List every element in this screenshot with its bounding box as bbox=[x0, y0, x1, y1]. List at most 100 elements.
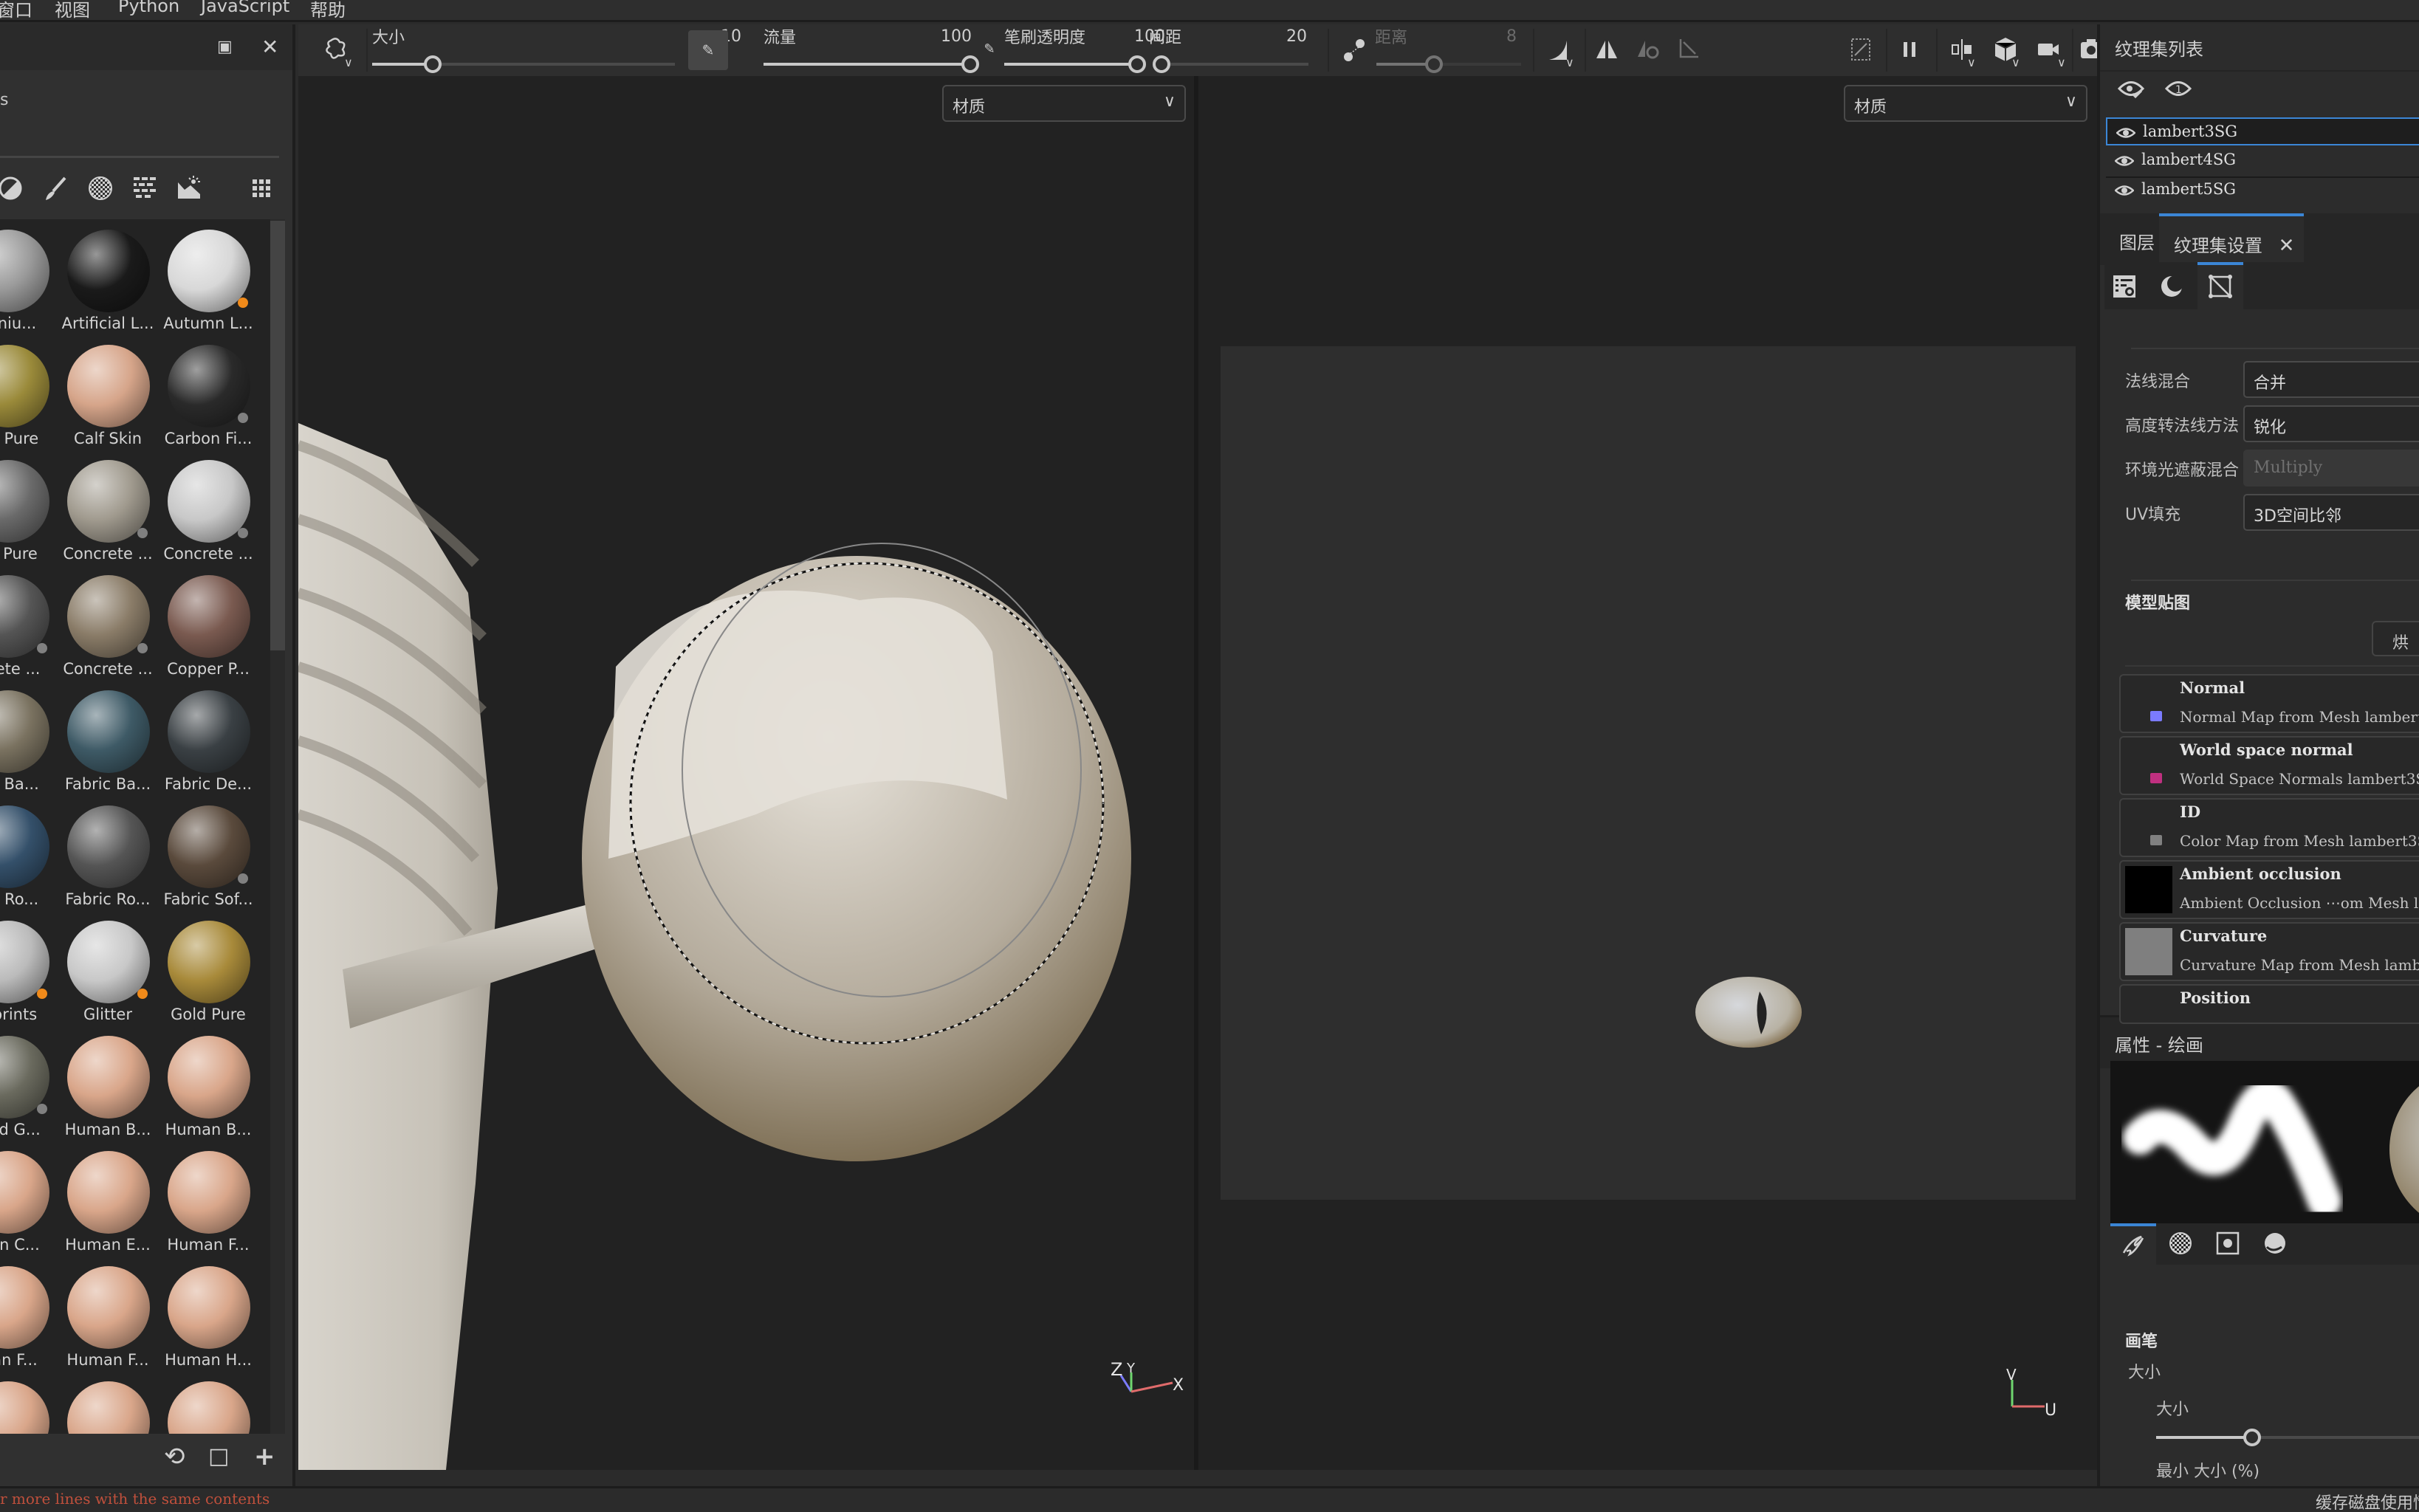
symmetry-icon[interactable] bbox=[1592, 35, 1622, 64]
material-tile[interactable]: Human F... bbox=[49, 1260, 150, 1375]
chevron-down-icon[interactable]: ∨ bbox=[2057, 55, 2066, 69]
bake-mesh-maps-icon[interactable] bbox=[2159, 274, 2184, 299]
texture-set-item[interactable]: lambert4SG bbox=[2106, 147, 2419, 175]
chevron-down-icon[interactable]: ∨ bbox=[1967, 55, 1976, 69]
tab-layers[interactable]: 图层 bbox=[2104, 213, 2159, 265]
material-tile[interactable]: ...rete ... bbox=[0, 569, 49, 684]
mesh-map-slot[interactable]: Curvature Curvature Map from Mesh lambe bbox=[2119, 922, 2419, 981]
chevron-down-icon[interactable]: ∨ bbox=[2011, 55, 2020, 69]
material-tile[interactable]: ...t Pure bbox=[0, 454, 49, 569]
float-panel-icon[interactable]: ▣ bbox=[217, 38, 233, 56]
bake-mesh-maps-button[interactable]: 烘 bbox=[2372, 621, 2419, 656]
material-tile[interactable]: ...prints bbox=[0, 915, 49, 1030]
material-tile[interactable] bbox=[49, 1375, 150, 1434]
pen-pressure-size-icon[interactable]: ✎ bbox=[688, 30, 728, 70]
eye-icon[interactable] bbox=[2115, 181, 2134, 200]
refresh-icon[interactable]: ⟲ bbox=[164, 1442, 185, 1471]
material-tile[interactable]: ...nd G... bbox=[0, 1030, 49, 1145]
show-all-icon[interactable] bbox=[2118, 78, 2144, 100]
material-tile[interactable]: Fabric Ba... bbox=[49, 684, 151, 800]
material-tile[interactable]: Fabric Sof... bbox=[149, 800, 253, 915]
height-to-normal-select[interactable]: 锐化 bbox=[2243, 405, 2419, 442]
close-panel-icon[interactable]: ✕ bbox=[261, 35, 278, 59]
add-icon[interactable]: + bbox=[254, 1442, 275, 1471]
slider-knob[interactable] bbox=[424, 55, 442, 73]
settings-list-icon[interactable] bbox=[2112, 274, 2137, 299]
scrollbar-thumb[interactable] bbox=[270, 221, 285, 650]
normal-blend-select[interactable]: 合并 bbox=[2243, 361, 2419, 398]
material-tile[interactable]: Human E... bbox=[49, 1145, 151, 1260]
material-tile[interactable]: ...iniu... bbox=[0, 224, 49, 339]
menu-help[interactable]: 帮助 bbox=[310, 0, 346, 21]
close-tab-icon[interactable]: ✕ bbox=[2279, 235, 2295, 257]
lazy-mouse-icon[interactable] bbox=[1339, 35, 1369, 64]
material-tile[interactable]: ...s Pure bbox=[0, 339, 49, 454]
material-icon[interactable] bbox=[0, 175, 24, 202]
new-folder-icon[interactable]: □ bbox=[208, 1443, 229, 1469]
viewport-2d-mode-select[interactable]: 材质 ∨ bbox=[1844, 85, 2087, 122]
uv-subtab-active[interactable] bbox=[2197, 262, 2243, 309]
brush-size-slider[interactable] bbox=[2156, 1429, 2419, 1446]
slider-knob[interactable] bbox=[1152, 55, 1170, 73]
material-tile[interactable]: Concrete ... bbox=[49, 569, 153, 684]
mesh-map-slot[interactable]: ID Color Map from Mesh lambert3S bbox=[2119, 798, 2419, 857]
slider-knob[interactable] bbox=[1425, 55, 1444, 73]
distance-slider[interactable] bbox=[1376, 55, 1521, 73]
material-tile[interactable]: Autumn L... bbox=[149, 224, 253, 339]
menu-python[interactable]: Python bbox=[118, 0, 179, 16]
material-tile[interactable]: Copper P... bbox=[149, 569, 250, 684]
texture-set-item[interactable]: lambert5SG bbox=[2106, 176, 2419, 205]
material-tile[interactable]: Calf Skin bbox=[49, 339, 150, 454]
menu-window[interactable]: 窗口 bbox=[0, 0, 32, 21]
material-tile[interactable]: Human B... bbox=[149, 1030, 251, 1145]
pause-icon[interactable] bbox=[1895, 35, 1924, 64]
material-tile[interactable]: Gold Pure bbox=[149, 915, 250, 1030]
menu-javascript[interactable]: JavaScript bbox=[201, 0, 289, 16]
grid-view-icon[interactable] bbox=[248, 175, 275, 202]
material-tile[interactable]: Concrete ... bbox=[149, 454, 253, 569]
menu-view[interactable]: 视图 bbox=[55, 0, 90, 21]
material-tile[interactable] bbox=[149, 1375, 250, 1434]
pen-pressure-flow-icon[interactable]: ✎ bbox=[975, 35, 1004, 64]
environment-icon[interactable] bbox=[176, 175, 202, 202]
mesh-map-slot[interactable]: Ambient occlusion Ambient Occlusion ⋯om M… bbox=[2119, 860, 2419, 919]
texture-icon[interactable] bbox=[131, 175, 158, 202]
slider-knob[interactable] bbox=[2243, 1429, 2261, 1446]
opacity-slider[interactable] bbox=[1004, 55, 1146, 73]
mesh-map-slot[interactable]: World space normal World Space Normals la… bbox=[2119, 736, 2419, 795]
alpha-tab-icon[interactable] bbox=[2168, 1231, 2193, 1256]
chevron-down-icon[interactable]: ∨ bbox=[344, 55, 353, 69]
material-tile[interactable]: Human F... bbox=[149, 1145, 250, 1260]
material-tile[interactable]: Fabric De... bbox=[149, 684, 252, 800]
mesh-map-slot[interactable]: Position bbox=[2119, 984, 2419, 1024]
viewport-2d[interactable]: 材质 ∨ V U bbox=[1198, 76, 2097, 1470]
uv-padding-select[interactable]: 3D空间比邻 bbox=[2243, 494, 2419, 531]
tab-texture-set-settings[interactable]: 纹理集设置 ✕ bbox=[2159, 213, 2304, 265]
material-tile[interactable]: Fabric Ro... bbox=[49, 800, 151, 915]
slider-knob[interactable] bbox=[1128, 55, 1146, 73]
texture-set-item[interactable]: lambert3SG bbox=[2106, 117, 2419, 145]
uv-canvas[interactable] bbox=[1221, 346, 2076, 1200]
material-tile[interactable]: Artificial L... bbox=[49, 224, 154, 339]
flow-slider[interactable] bbox=[764, 55, 979, 73]
material-tile[interactable]: Glitter bbox=[49, 915, 150, 1030]
spacing-slider[interactable] bbox=[1152, 55, 1308, 73]
material-tile[interactable]: ...an C... bbox=[0, 1145, 49, 1260]
size-slider[interactable] bbox=[372, 55, 675, 73]
material-tile[interactable]: ...c Ba... bbox=[0, 684, 49, 800]
symmetry-settings-icon[interactable] bbox=[1633, 35, 1663, 64]
material-tile[interactable]: Human B... bbox=[49, 1030, 151, 1145]
tab-brush[interactable] bbox=[2110, 1223, 2156, 1265]
shelf-scrollbar[interactable] bbox=[270, 219, 285, 1434]
material-tab-icon[interactable] bbox=[2262, 1231, 2288, 1256]
eye-icon[interactable] bbox=[2115, 151, 2134, 171]
stencil-tab-icon[interactable] bbox=[2215, 1231, 2240, 1256]
material-tile[interactable]: Human H... bbox=[149, 1260, 252, 1375]
material-tile[interactable]: Carbon Fi... bbox=[149, 339, 252, 454]
viewport-3d[interactable]: 材质 ∨ Z Y X bbox=[298, 76, 1194, 1470]
material-tile[interactable]: ...an F... bbox=[0, 1260, 49, 1375]
chevron-down-icon[interactable]: ∨ bbox=[1565, 55, 1574, 69]
alpha-icon[interactable] bbox=[87, 175, 114, 202]
brush-icon[interactable] bbox=[43, 175, 69, 202]
mesh-map-slot[interactable]: Normal Normal Map from Mesh lambert3 bbox=[2119, 674, 2419, 733]
